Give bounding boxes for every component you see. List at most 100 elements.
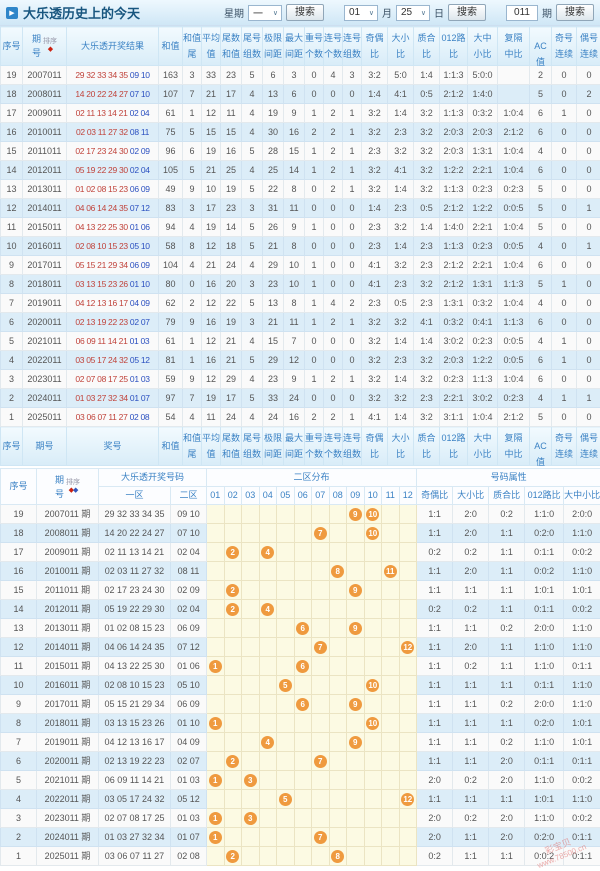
t2-cell-attr-0: 2:0 [417,828,453,847]
t1-footer-header-tailsum: 尾数和值 [221,427,242,466]
t2-cell-dist-5 [277,619,295,638]
t2-cell-attr-1: 1:1 [453,828,489,847]
t2-header-dist-11: 11 [382,487,400,505]
t1-cell-avg: 16 [202,351,221,370]
t1-cell-oddrun: 0 [552,370,577,389]
t2-cell-attr-1: 1:1 [453,619,489,638]
t2-cell-attr-3: 0:2:0 [525,828,564,847]
t2-cell-dist-6: 6 [294,657,312,676]
t2-cell-dist-12 [399,828,417,847]
t2-cell-dist-12 [399,847,417,866]
t2-cell-dist-8 [329,505,347,524]
t1-cell-sum: 107 [159,85,183,104]
t2-cell-dist-7: 7 [312,638,330,657]
t2-cell-dist-6: 6 [294,619,312,638]
t1-cell-seq: 4 [1,351,23,370]
t1-cell-avg: 19 [202,218,221,237]
day-select[interactable]: 25∨ [396,5,430,21]
t2-header-attr-3: 012路比 [525,487,564,505]
t1-cell-bigsmall: 2:3 [388,351,414,370]
t1-cell-avg: 21 [202,161,221,180]
t1-cell-bigsmall: 4:1 [388,161,414,180]
t2-cell-dist-1 [207,790,225,809]
week-search-button[interactable]: 搜索 [286,4,324,21]
t1-cell-result: 03 06 07 11 27 02 08 [67,408,159,427]
month-label: 月 [382,5,392,20]
t1-cell-bigmidsmall: 0:4:1 [468,313,498,332]
t2-cell-attr-2: 0:2 [489,505,525,524]
t2-cell-zone2: 02 09 [171,581,207,600]
t1-cell-avg: 12 [202,370,221,389]
t1-cell-bigsmall: 0:5 [388,294,414,313]
t1-cell-sum: 104 [159,256,183,275]
t1-cell-conseccnt: 0 [324,237,343,256]
t2-cell-dist-3 [242,524,260,543]
t2-cell-dist-11 [382,847,400,866]
t2-header-numbers-group: 大乐透开奖号码 [99,469,207,487]
t1-cell-road012: 2:1:2 [440,275,468,294]
t1-cell-result: 01 03 27 32 34 01 07 [67,389,159,408]
t1-cell-bigsmall: 4:1 [388,85,414,104]
t2-cell-attr-1: 2:0 [453,638,489,657]
t2-cell-dist-10 [364,581,382,600]
sort-arrow-icon[interactable]: ◆ [48,46,52,54]
lottery-ball: 3 [244,774,257,787]
lottery-ball: 8 [331,850,344,863]
t1-cell-bigsmall: 3:2 [388,256,414,275]
t1-cell-consecgrp: 0 [343,237,362,256]
t1-cell-issue: 2012011 [23,161,67,180]
lottery-ball: 12 [401,793,414,806]
t2-cell-attr-2: 2:0 [489,771,525,790]
t2-cell-zone2: 02 04 [171,600,207,619]
t1-footer-header-seq: 序号 [1,427,23,466]
table-row: 1202501103 06 07 11 27 02 08544112442416… [1,408,600,427]
t2-cell-zone1: 02 07 08 17 25 [99,809,171,828]
t2-cell-attr-2: 1:1 [489,562,525,581]
t2-cell-dist-5 [277,524,295,543]
t1-cell-repeatcnt: 1 [305,275,324,294]
month-select[interactable]: 01∨ [344,5,378,21]
t2-cell-attr-4: 1:1:0 [564,638,600,657]
lottery-ball: 6 [296,698,309,711]
t2-cell-dist-5 [277,752,295,771]
t1-cell-maxgap: 24 [284,389,305,408]
t1-cell-tailsum: 22 [221,294,242,313]
t1-cell-primecomp: 4:1 [414,313,440,332]
t2-cell-attr-0: 1:1 [417,676,453,695]
t1-cell-limitgap: 13 [263,294,284,313]
t2-cell-dist-4 [259,847,277,866]
t1-cell-limitgap: 19 [263,104,284,123]
t1-cell-primecomp: 3:2 [414,408,440,427]
t1-cell-limitgap: 33 [263,389,284,408]
t1-cell-tailsum: 20 [221,275,242,294]
t2-cell-dist-10 [364,695,382,714]
t1-cell-fugemid: 2:1:2 [498,408,530,427]
t2-cell-dist-3 [242,581,260,600]
t1-cell-fugemid: 0:0:5 [498,237,530,256]
t1-cell-tailgroups: 4 [242,370,263,389]
issue-input[interactable]: 011 [506,5,538,21]
t1-header-repeatcnt: 重号个数 [305,27,324,66]
t2-header-attr-0: 奇偶比 [417,487,453,505]
sort-arrows-icon[interactable]: ◆◆ [69,487,78,495]
week-select[interactable]: 一∨ [248,5,282,21]
t2-cell-issue: 2010011 期 [37,562,99,581]
t1-cell-sum: 94 [159,218,183,237]
t1-footer-header-sumtail: 和值尾 [183,427,202,466]
t2-cell-zone2: 01 06 [171,657,207,676]
t2-cell-dist-3 [242,619,260,638]
t2-cell-attr-0: 1:1 [417,619,453,638]
t2-cell-dist-8 [329,771,347,790]
date-search-button[interactable]: 搜索 [448,4,486,21]
t2-cell-dist-11 [382,809,400,828]
t1-cell-bigsmall: 3:2 [388,142,414,161]
t2-cell-seq: 8 [1,714,37,733]
t1-cell-oddrun: 0 [552,218,577,237]
issue-search-button[interactable]: 搜索 [556,4,594,21]
t2-cell-dist-12 [399,695,417,714]
t1-cell-primecomp: 3:2 [414,370,440,389]
t1-cell-primecomp: 0:5 [414,199,440,218]
t1-header-oddeven: 奇偶比 [362,27,388,66]
t2-cell-dist-7 [312,600,330,619]
issue-label: 期 [542,5,552,20]
